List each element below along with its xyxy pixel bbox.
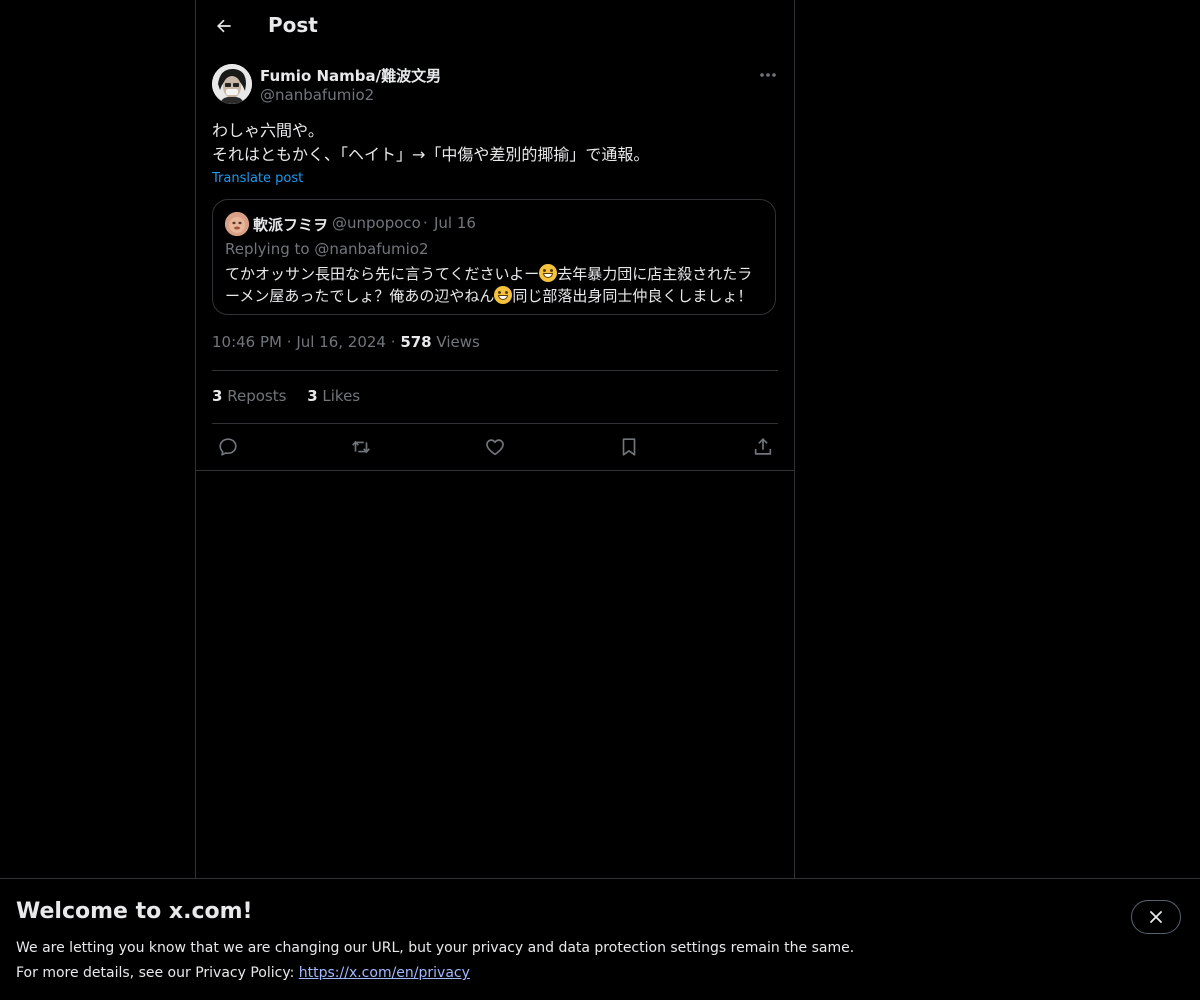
share-icon: [754, 438, 772, 455]
heart-icon: [486, 439, 504, 456]
reposts-label: Reposts: [227, 387, 287, 405]
main-column: Post Fumio Namba/難波文男 @nanbafumio2 わしゃ六間…: [195, 0, 795, 878]
quoted-post[interactable]: 軟派フミヲ @unpopoco · Jul 16 Replying to @na…: [212, 199, 776, 315]
quote-replying-to: Replying to @nanbafumio2: [225, 240, 429, 258]
more-options-button[interactable]: [752, 62, 784, 88]
quote-author-avatar: [225, 212, 249, 236]
like-button[interactable]: [477, 429, 513, 465]
post-text-line-2: それはともかく、「ヘイト」→「中傷や差別的揶揄」で通報。: [212, 145, 650, 164]
author-name[interactable]: Fumio Namba/難波文男: [260, 65, 441, 86]
close-icon: [1150, 911, 1162, 923]
bookmark-button[interactable]: [611, 429, 647, 465]
quote-text-part-1: てかオッサン長田なら先に言うてくださいよー: [225, 265, 540, 283]
separator-dot: ·: [390, 333, 401, 351]
divider: [196, 470, 794, 471]
bookmark-icon: [622, 438, 636, 456]
reply-icon: [219, 438, 237, 456]
back-button[interactable]: [206, 8, 242, 44]
author-handle[interactable]: @nanbafumio2: [260, 86, 374, 104]
divider: [212, 370, 778, 371]
reposts-count: 3: [212, 387, 223, 405]
avatar-image: [212, 64, 252, 104]
likes-count: 3: [307, 387, 318, 405]
post-date[interactable]: Jul 16, 2024: [296, 333, 386, 351]
quote-avatar-image: [225, 212, 249, 236]
views-count: 578: [400, 333, 432, 351]
likes-label: Likes: [322, 387, 361, 405]
banner-line-1: We are letting you know that we are chan…: [16, 940, 855, 956]
welcome-banner: Welcome to x.com! We are letting you kno…: [0, 878, 1200, 1000]
likes-stat[interactable]: 3 Likes: [307, 387, 360, 405]
post-text-line-1: わしゃ六間や。: [212, 121, 324, 140]
grinning-face-emoji-icon: [494, 286, 513, 304]
translate-post-link[interactable]: Translate post: [212, 171, 303, 186]
post-time[interactable]: 10:46 PM: [212, 333, 282, 351]
action-bar: [196, 424, 794, 470]
engagement-stats: 3 Reposts 3 Likes: [212, 387, 376, 405]
separator-dot: ·: [286, 333, 297, 351]
banner-line-2-prefix: For more details, see our Privacy Policy…: [16, 965, 299, 981]
grinning-face-emoji-icon: [539, 264, 558, 282]
banner-line-2: For more details, see our Privacy Policy…: [16, 961, 854, 986]
quote-date: Jul 16: [434, 214, 476, 232]
top-bar: Post: [196, 0, 794, 54]
post-text: わしゃ六間や。 それはともかく、「ヘイト」→「中傷や差別的揶揄」で通報。: [212, 119, 778, 167]
views-label: Views: [436, 333, 480, 351]
close-banner-button[interactable]: [1131, 900, 1181, 934]
more-dots-icon: [760, 73, 776, 77]
quote-text: てかオッサン長田なら先に言うてくださいよー 去年暴力団に店主殺されたラーメン屋あっ…: [225, 263, 761, 307]
quote-text-part-3: 同じ部落出身同士仲良くしましょ！: [512, 287, 753, 305]
quote-author-handle: @unpopoco: [332, 214, 421, 232]
repost-icon: [352, 440, 370, 454]
author-avatar[interactable]: [212, 64, 252, 104]
separator-dot: ·: [423, 214, 428, 232]
privacy-policy-link[interactable]: https://x.com/en/privacy: [299, 965, 470, 981]
reply-button[interactable]: [210, 429, 246, 465]
reposts-stat[interactable]: 3 Reposts: [212, 387, 286, 405]
banner-title: Welcome to x.com!: [16, 899, 253, 924]
back-arrow-icon: [217, 19, 231, 33]
post-meta: 10:46 PM · Jul 16, 2024 · 578 Views: [212, 333, 480, 351]
page-title: Post: [268, 13, 318, 37]
banner-text: We are letting you know that we are chan…: [16, 936, 854, 986]
quote-author-name: 軟派フミヲ: [253, 216, 329, 234]
share-button[interactable]: [745, 429, 781, 465]
repost-button[interactable]: [343, 429, 379, 465]
